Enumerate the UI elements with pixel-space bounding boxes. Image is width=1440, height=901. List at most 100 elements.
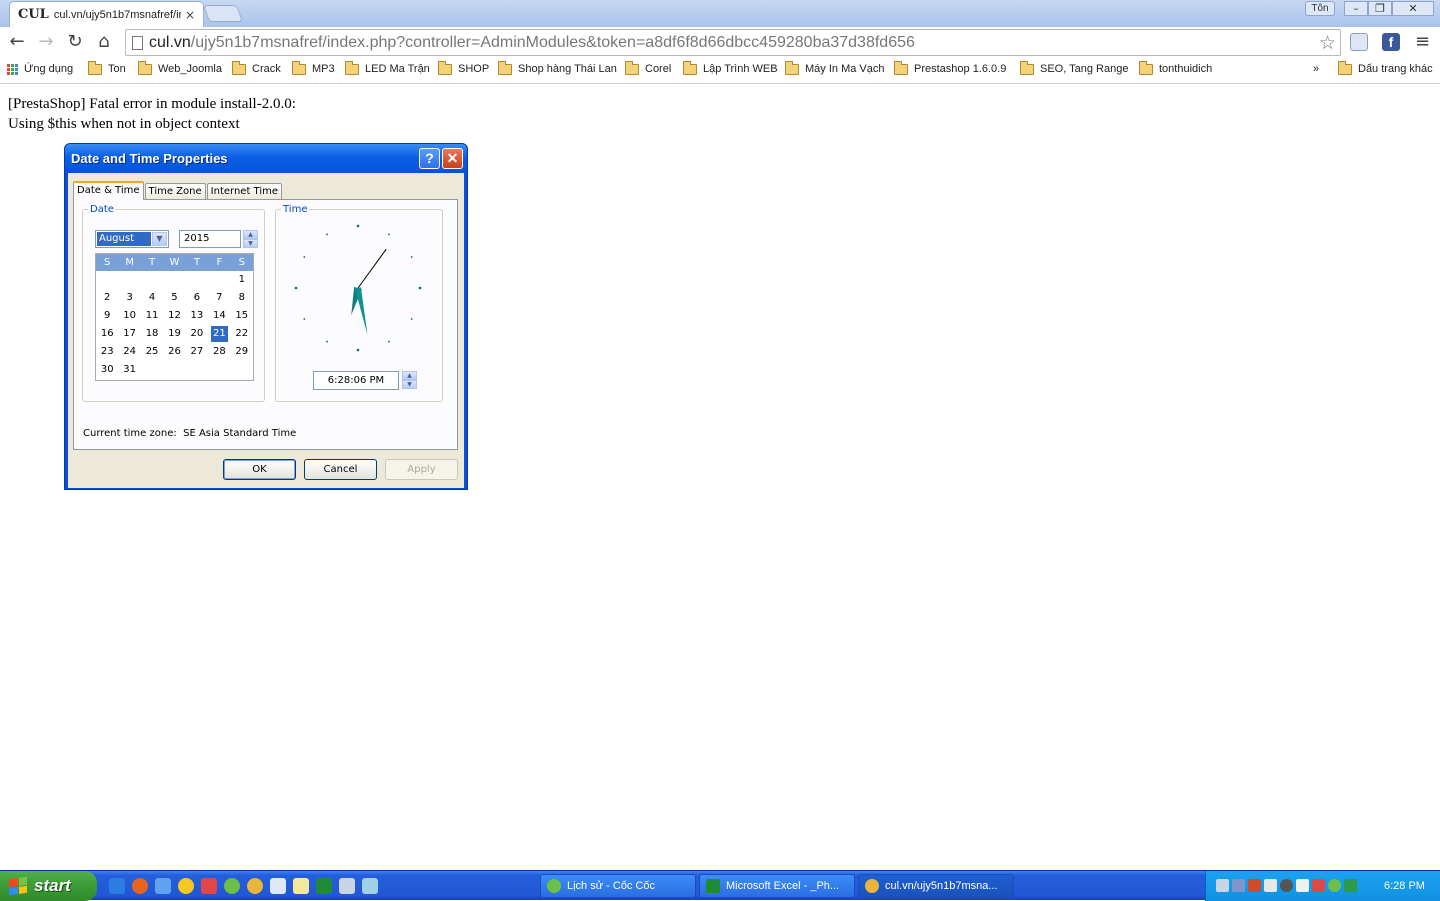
bookmark-folder[interactable]: SHOP xyxy=(438,60,489,75)
bookmarks-overflow-button[interactable]: » xyxy=(1313,63,1319,75)
year-stepper[interactable]: ▲ ▼ xyxy=(243,230,258,248)
tray-app-icon[interactable] xyxy=(1264,879,1277,892)
close-icon[interactable]: ✕ xyxy=(442,148,463,169)
shield-icon[interactable] xyxy=(1312,879,1325,892)
tray-app-icon[interactable] xyxy=(1216,879,1229,892)
chrome-icon[interactable] xyxy=(247,878,263,894)
time-field[interactable]: 6:28:06 PM xyxy=(313,371,399,390)
month-dropdown[interactable]: August ▼ xyxy=(95,230,169,248)
spin-up-icon[interactable]: ▲ xyxy=(243,230,258,239)
bookmark-folder[interactable]: Corel xyxy=(625,60,671,75)
bookmark-folder[interactable]: Ton xyxy=(88,60,126,75)
firefox-icon[interactable] xyxy=(132,878,148,894)
calendar-day[interactable]: 27 xyxy=(186,343,208,361)
calendar-day[interactable]: 3 xyxy=(118,289,140,307)
calendar-day[interactable]: 6 xyxy=(186,289,208,307)
bookmark-folder[interactable]: Máy In Ma Vạch xyxy=(785,60,884,75)
calendar-day[interactable]: 10 xyxy=(118,307,140,325)
bookmark-folder[interactable]: tonthuidich xyxy=(1139,60,1212,75)
calendar-day[interactable]: 17 xyxy=(118,325,140,343)
back-arrow-icon[interactable]: ← xyxy=(6,32,28,54)
calendar-day[interactable]: 16 xyxy=(96,325,118,343)
calendar-day[interactable]: 29 xyxy=(231,343,253,361)
calendar-day[interactable]: 25 xyxy=(141,343,163,361)
calendar-day[interactable]: 12 xyxy=(163,307,185,325)
calendar-day[interactable]: 19 xyxy=(163,325,185,343)
network-icon[interactable] xyxy=(1232,879,1245,892)
calendar-day[interactable]: 28 xyxy=(208,343,230,361)
calendar-day[interactable]: 7 xyxy=(208,289,230,307)
calendar-day[interactable]: 21 xyxy=(211,326,228,342)
address-bar[interactable]: cul.vn/ujy5n1b7msnafref/index.php?contro… xyxy=(125,29,1341,56)
bookmark-folder[interactable]: Shop hàng Thái Lan xyxy=(498,60,617,75)
taskbar-button-history[interactable]: Lịch sử - Cốc Cốc xyxy=(540,874,696,898)
tab-date-time[interactable]: Date & Time xyxy=(73,181,144,200)
other-bookmarks-folder[interactable]: Dấu trang khác xyxy=(1338,60,1433,75)
calendar-day[interactable]: 11 xyxy=(141,307,163,325)
tray-app-icon[interactable] xyxy=(1280,879,1293,892)
calendar-day[interactable]: 23 xyxy=(96,343,118,361)
calendar-day[interactable]: 26 xyxy=(163,343,185,361)
calendar-day[interactable]: 30 xyxy=(96,361,118,379)
help-icon[interactable]: ? xyxy=(419,148,440,169)
calendar-day[interactable]: 5 xyxy=(163,289,185,307)
calendar-day[interactable]: 4 xyxy=(141,289,163,307)
calendar-day[interactable]: 2 xyxy=(96,289,118,307)
taskbar-button-browser[interactable]: cul.vn/ujy5n1b7msna... xyxy=(858,874,1014,898)
tab-internet-time[interactable]: Internet Time xyxy=(206,183,283,200)
forward-arrow-icon[interactable]: → xyxy=(35,32,57,54)
menu-icon[interactable]: ≡ xyxy=(1415,33,1433,51)
ok-button[interactable]: OK xyxy=(223,459,296,480)
coccoc-green-icon[interactable] xyxy=(224,878,240,894)
start-button[interactable]: start xyxy=(0,871,97,901)
tool-icon[interactable] xyxy=(362,878,378,894)
year-field[interactable]: 2015 xyxy=(179,230,241,248)
excel-icon[interactable] xyxy=(316,878,332,894)
document-icon[interactable] xyxy=(339,878,355,894)
bookmark-folder[interactable]: LED Ma Trận xyxy=(345,60,430,75)
notepad-icon[interactable] xyxy=(293,878,309,894)
bookmark-folder[interactable]: Lập Trình WEB xyxy=(683,60,778,75)
tab-close-icon[interactable]: × xyxy=(185,8,195,22)
app-icon[interactable] xyxy=(201,878,217,894)
coccoc-icon[interactable] xyxy=(155,878,171,894)
ie-icon[interactable] xyxy=(109,878,125,894)
extension-shield-icon[interactable] xyxy=(1350,33,1368,51)
tray-app-icon[interactable] xyxy=(1328,879,1341,892)
bookmark-folder[interactable]: Web_Joomla xyxy=(138,60,222,75)
spin-down-icon[interactable]: ▼ xyxy=(243,239,258,248)
bookmark-folder[interactable]: SEO, Tang Range xyxy=(1020,60,1128,75)
save-icon[interactable] xyxy=(270,878,286,894)
tab-time-zone[interactable]: Time Zone xyxy=(144,183,206,200)
restore-icon[interactable]: ❐ xyxy=(1368,1,1392,16)
bookmark-folder[interactable]: MP3 xyxy=(292,60,335,75)
tray-app-icon[interactable] xyxy=(1344,879,1357,892)
chevron-down-icon[interactable]: ▼ xyxy=(152,232,167,246)
spin-down-icon[interactable]: ▼ xyxy=(402,380,417,389)
calendar-day[interactable]: 8 xyxy=(231,289,253,307)
calendar-day[interactable]: 1 xyxy=(231,271,253,289)
facebook-icon[interactable]: f xyxy=(1382,33,1400,51)
emoticon-icon[interactable] xyxy=(178,878,194,894)
bookmark-apps[interactable]: Ứng dụng xyxy=(7,63,73,75)
bookmark-folder[interactable]: Crack xyxy=(232,60,281,75)
cancel-button[interactable]: Cancel xyxy=(304,459,377,480)
calendar-day[interactable]: 18 xyxy=(141,325,163,343)
bookmark-folder[interactable]: Prestashop 1.6.0.9 xyxy=(894,60,1006,75)
bookmark-star-icon[interactable]: ☆ xyxy=(1319,32,1336,54)
window-close-icon[interactable]: ✕ xyxy=(1392,1,1434,16)
calendar-day[interactable]: 24 xyxy=(118,343,140,361)
calendar-day[interactable]: 15 xyxy=(231,307,253,325)
dialog-titlebar[interactable]: Date and Time Properties ? ✕ xyxy=(65,144,467,173)
profile-badge[interactable]: Tôn xyxy=(1305,1,1335,16)
calendar-day[interactable]: 9 xyxy=(96,307,118,325)
calendar-day[interactable]: 20 xyxy=(186,325,208,343)
volume-icon[interactable] xyxy=(1296,879,1309,892)
reload-icon[interactable]: ↻ xyxy=(64,32,86,54)
minimize-icon[interactable]: – xyxy=(1344,1,1368,16)
apply-button[interactable]: Apply xyxy=(385,459,458,480)
time-stepper[interactable]: ▲ ▼ xyxy=(402,371,417,389)
calendar-day[interactable]: 22 xyxy=(231,325,253,343)
calendar-day[interactable]: 31 xyxy=(118,361,140,379)
new-tab-button[interactable] xyxy=(202,5,244,22)
